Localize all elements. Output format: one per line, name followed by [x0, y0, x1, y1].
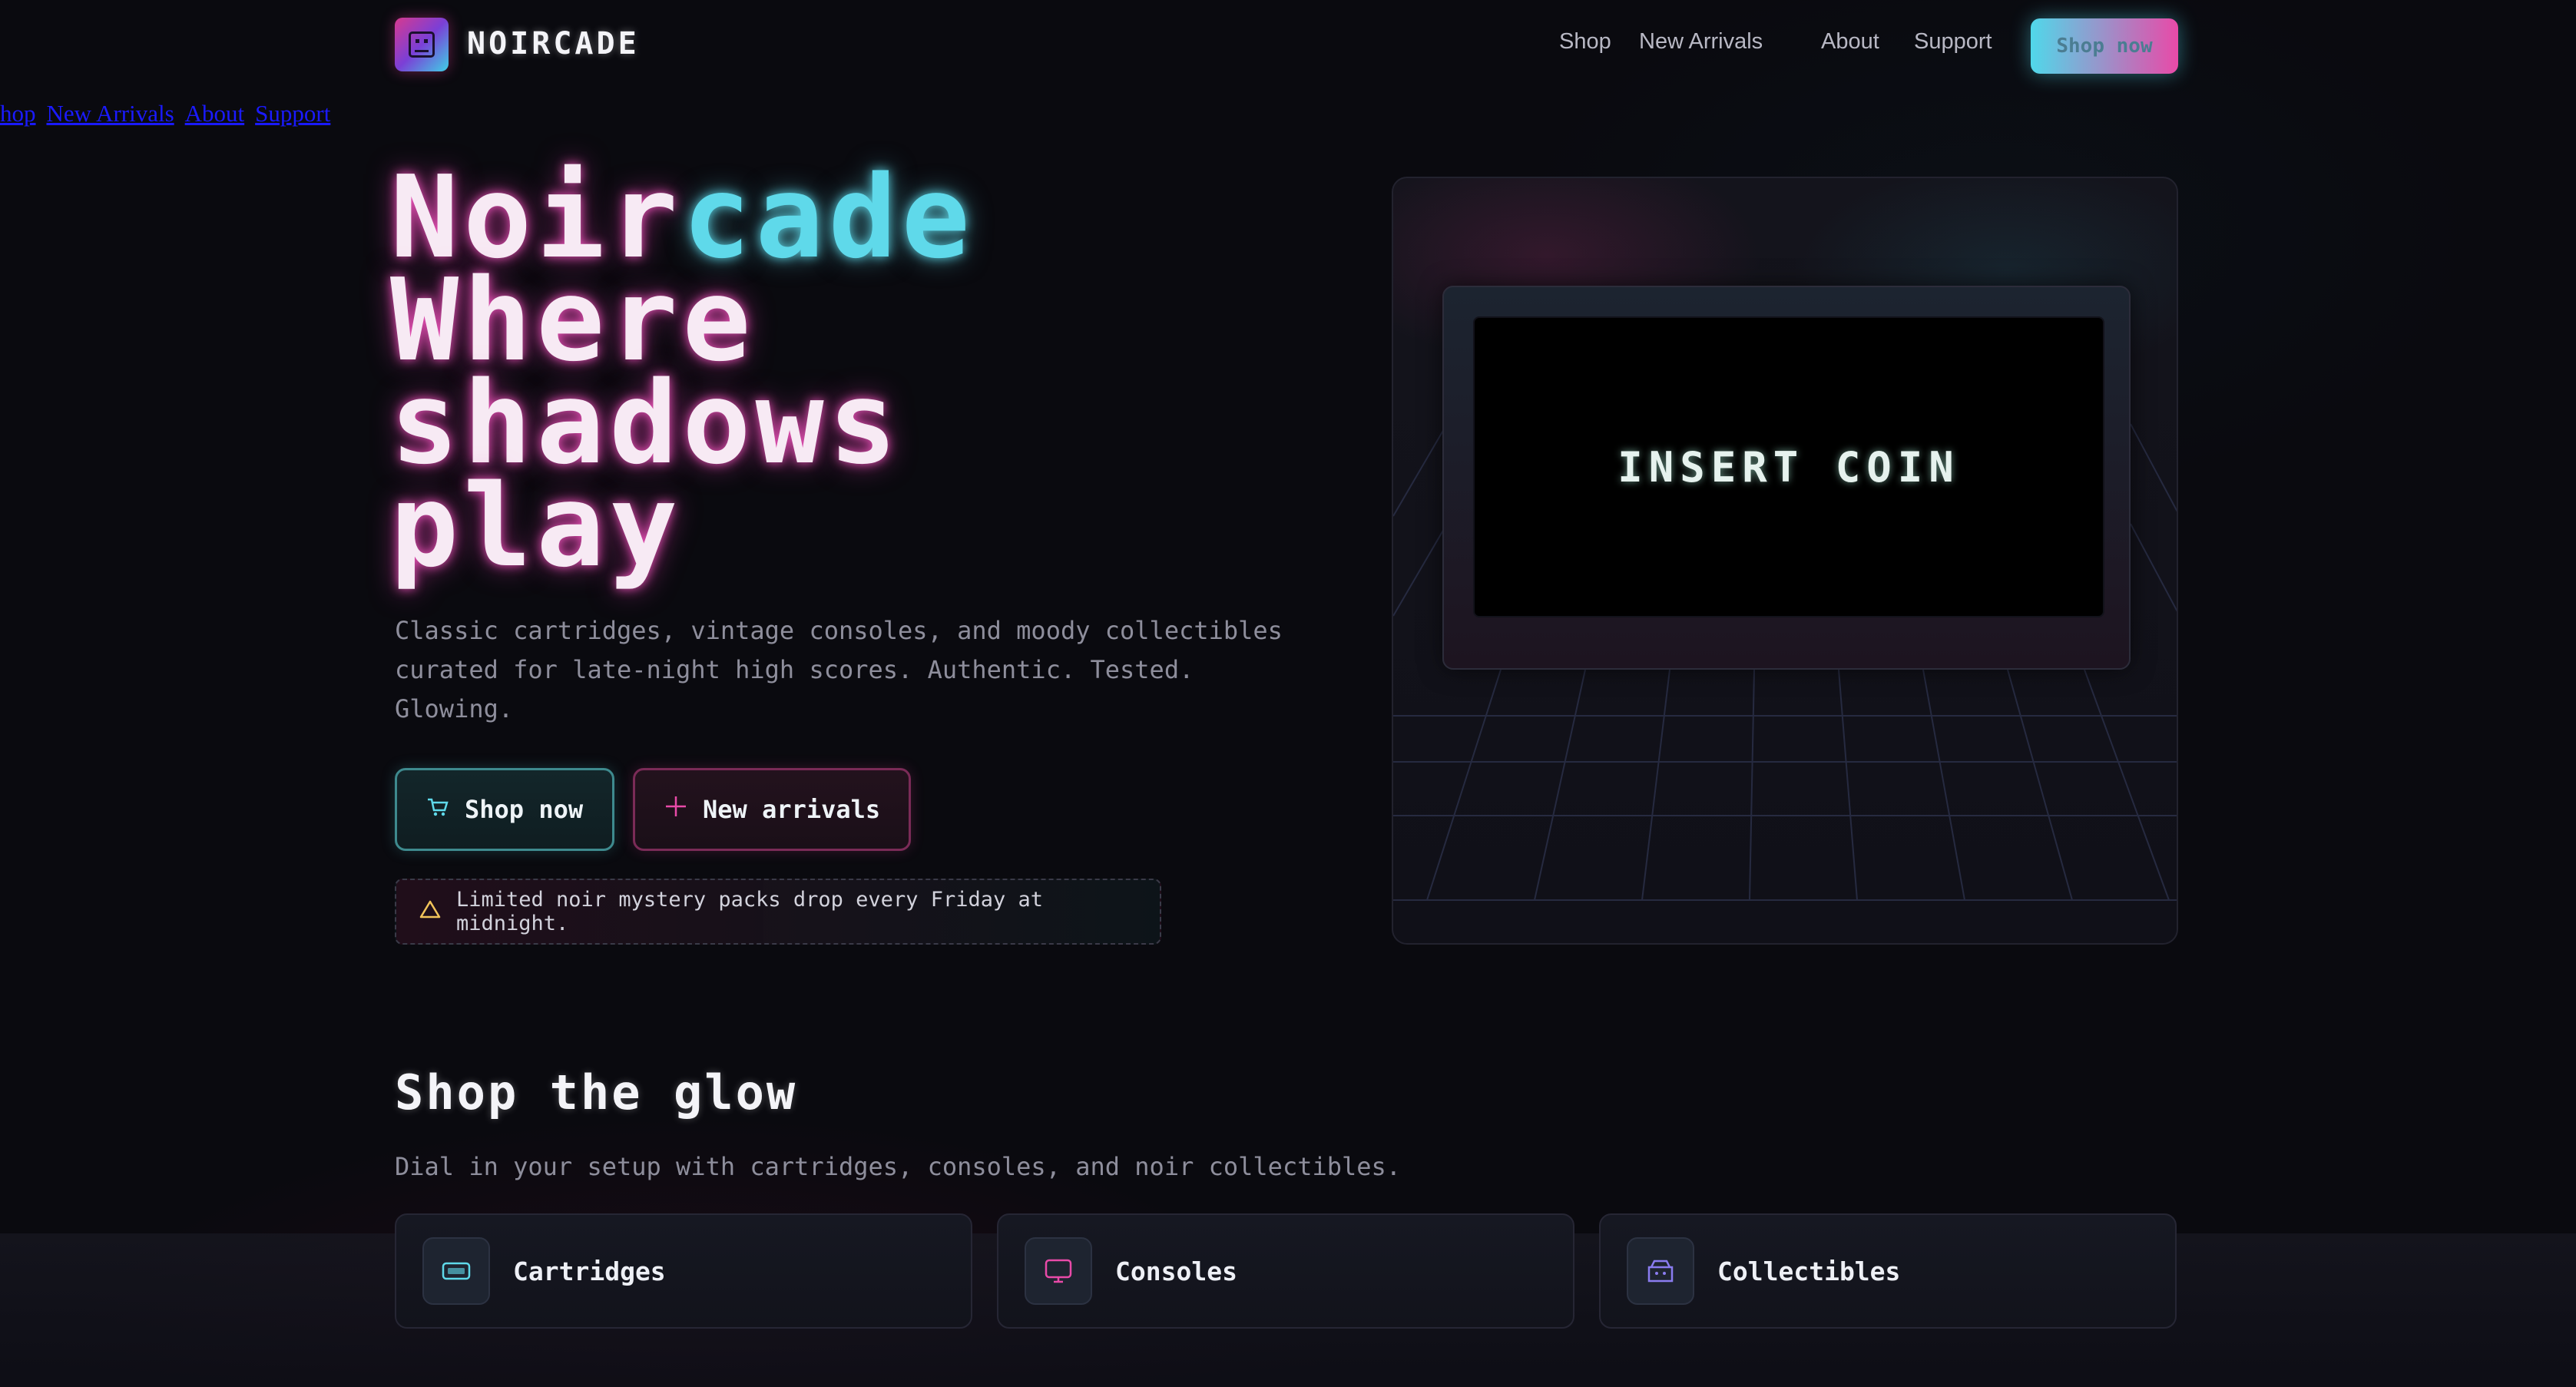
nav-support[interactable]: Support: [1914, 29, 1992, 55]
shop-now-header-button[interactable]: Shop now: [2031, 18, 2178, 74]
hero-subtitle: Classic cartridges, vintage consoles, an…: [395, 616, 1283, 723]
category-card-consoles[interactable]: Consoles: [997, 1213, 1574, 1329]
warning-icon: [419, 899, 441, 925]
brand-name[interactable]: NOIRCADE: [467, 26, 640, 61]
new-arrivals-button[interactable]: New arrivals: [633, 768, 911, 851]
unstyled-nav-links: hop New Arrivals About Support: [0, 100, 341, 127]
cart-icon: [426, 795, 449, 824]
raw-link-new-arrivals[interactable]: New Arrivals: [47, 100, 174, 127]
robot-mouth: [415, 50, 429, 52]
category-label-collectibles: Collectibles: [1717, 1256, 1901, 1286]
drop-notice: Limited noir mystery packs drop every Fr…: [395, 879, 1161, 945]
insert-coin-text: INSERT COIN: [1617, 442, 1960, 492]
nav-new-arrivals[interactable]: New Arrivals: [1639, 29, 1763, 55]
category-card-cartridges[interactable]: Cartridges: [395, 1213, 972, 1329]
category-card-collectibles[interactable]: Collectibles: [1599, 1213, 2177, 1329]
hero-title-line4: play: [390, 460, 683, 592]
hero-title: Noircade Where shadows play: [390, 161, 975, 583]
cartridge-icon: [422, 1237, 490, 1305]
logo-icon[interactable]: [395, 18, 449, 71]
drop-notice-text: Limited noir mystery packs drop every Fr…: [456, 888, 1044, 935]
nav-shop[interactable]: Shop: [1559, 29, 1611, 55]
category-label-consoles: Consoles: [1115, 1256, 1237, 1286]
monitor-screen: INSERT COIN: [1473, 316, 2104, 617]
raw-link-support[interactable]: Support: [255, 100, 330, 127]
robot-face-icon: [409, 31, 435, 58]
shop-now-label: Shop now: [465, 795, 584, 824]
arcade-screen-card: INSERT COIN: [1392, 177, 2178, 945]
monitor-icon: [1025, 1237, 1092, 1305]
box-icon: [1627, 1237, 1694, 1305]
shop-now-button[interactable]: Shop now: [395, 768, 614, 851]
raw-link-about[interactable]: About: [185, 100, 245, 127]
shop-section-subtitle: Dial in your setup with cartridges, cons…: [395, 1152, 1402, 1181]
arcade-monitor: INSERT COIN: [1442, 286, 2131, 670]
plus-icon: [664, 795, 687, 824]
nav-about[interactable]: About: [1821, 29, 1879, 55]
raw-link-shop[interactable]: hop: [0, 100, 36, 127]
category-label-cartridges: Cartridges: [513, 1256, 666, 1286]
shop-section-title: Shop the glow: [395, 1064, 798, 1121]
new-arrivals-label: New arrivals: [703, 795, 881, 824]
